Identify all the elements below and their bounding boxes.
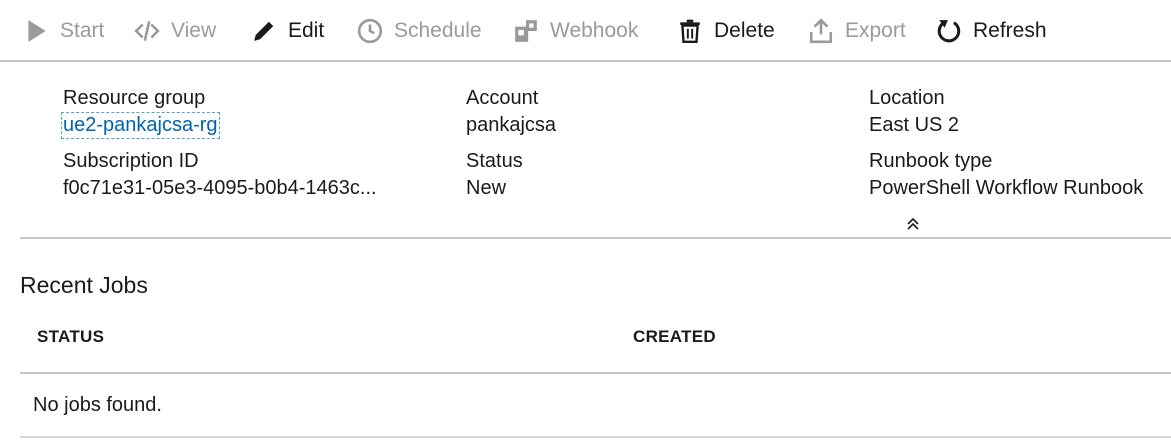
schedule-button[interactable]: Schedule bbox=[356, 10, 482, 52]
refresh-icon bbox=[935, 17, 963, 45]
recent-jobs-table: STATUS CREATED No jobs found. bbox=[20, 310, 1171, 438]
location-label: Location bbox=[869, 87, 945, 109]
column-header-status[interactable]: STATUS bbox=[37, 327, 104, 347]
start-button[interactable]: Start bbox=[22, 10, 104, 52]
double-chevron-up-icon[interactable] bbox=[902, 213, 924, 235]
view-button[interactable]: View bbox=[133, 10, 216, 52]
recent-jobs-title: Recent Jobs bbox=[20, 272, 148, 298]
status-label: Status bbox=[466, 150, 523, 172]
webhook-label: Webhook bbox=[550, 19, 639, 42]
empty-message: No jobs found. bbox=[33, 394, 162, 416]
export-label: Export bbox=[845, 19, 906, 42]
account-label: Account bbox=[466, 87, 539, 109]
table-header-row: STATUS CREATED bbox=[20, 310, 1171, 374]
clock-icon bbox=[356, 17, 384, 45]
code-icon bbox=[133, 17, 161, 45]
export-button[interactable]: Export bbox=[807, 10, 906, 52]
webhook-icon bbox=[512, 17, 540, 45]
runbook-type-value: PowerShell Workflow Runbook bbox=[869, 177, 1144, 199]
runbook-type-label: Runbook type bbox=[869, 150, 993, 172]
account-value: pankajcsa bbox=[466, 114, 557, 136]
delete-button[interactable]: Delete bbox=[676, 10, 775, 52]
subscription-id-value: f0c71e31-05e3-4095-b0b4-1463c... bbox=[63, 177, 377, 199]
resource-group-link[interactable]: ue2-pankajcsa-rg bbox=[61, 112, 220, 139]
delete-label: Delete bbox=[714, 19, 775, 42]
refresh-button[interactable]: Refresh bbox=[935, 10, 1047, 52]
view-label: View bbox=[171, 19, 217, 42]
pencil-icon bbox=[250, 17, 278, 45]
essentials-panel: Resource group ue2-pankajcsa-rg Account … bbox=[20, 62, 1171, 239]
command-bar: Start View Edit Schedule Webhook Delete bbox=[0, 0, 1171, 62]
edit-label: Edit bbox=[288, 19, 325, 42]
webhook-button[interactable]: Webhook bbox=[512, 10, 638, 52]
refresh-label: Refresh bbox=[973, 19, 1047, 42]
column-header-created[interactable]: CREATED bbox=[633, 327, 716, 347]
resource-group-label: Resource group bbox=[63, 87, 206, 109]
status-value: New bbox=[466, 177, 507, 199]
play-icon bbox=[22, 17, 50, 45]
subscription-id-label: Subscription ID bbox=[63, 150, 199, 172]
export-icon bbox=[807, 17, 835, 45]
table-empty-row: No jobs found. bbox=[20, 374, 1171, 438]
schedule-label: Schedule bbox=[394, 19, 482, 42]
trash-icon bbox=[676, 17, 704, 45]
start-label: Start bbox=[60, 19, 105, 42]
location-value: East US 2 bbox=[869, 114, 960, 136]
edit-button[interactable]: Edit bbox=[250, 10, 324, 52]
